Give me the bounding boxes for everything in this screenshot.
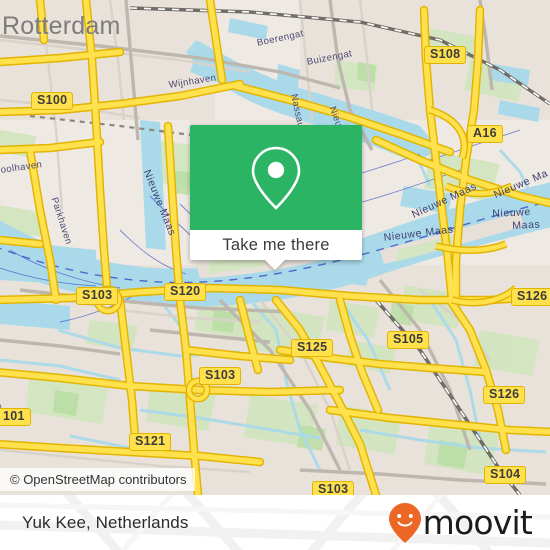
moovit-brand[interactable]: moovit	[388, 502, 533, 544]
moovit-location-card: Rotterdam BoerengatBuizengatNassauhavenN…	[0, 0, 550, 550]
card-image-area	[190, 125, 362, 230]
road-shield: S103	[76, 287, 119, 305]
take-me-there-label: Take me there	[222, 235, 330, 254]
location-title: Yuk Kee, Netherlands	[22, 512, 189, 532]
moovit-wordmark: moovit	[422, 503, 533, 542]
road-shield: S105	[387, 331, 430, 349]
take-me-there-card[interactable]: Take me there	[190, 125, 362, 260]
road-shield: S126	[511, 288, 550, 306]
road-shield: S103	[312, 481, 355, 495]
card-pointer-tail	[264, 259, 286, 270]
map-canvas[interactable]: Rotterdam BoerengatBuizengatNassauhavenN…	[0, 0, 550, 495]
footer-bar: Yuk Kee, Netherlands moovit	[0, 495, 550, 550]
road-shield: A16	[467, 125, 503, 143]
road-shield: S121	[129, 433, 172, 451]
road-shield: S100	[31, 92, 74, 110]
road-shield: S108	[424, 46, 467, 64]
osm-attribution[interactable]: © OpenStreetMap contributors	[0, 468, 195, 491]
card-action-area[interactable]: Take me there	[190, 230, 362, 260]
road-shield: S103	[199, 367, 242, 385]
moovit-pin-icon	[388, 502, 421, 543]
road-shield: S120	[164, 283, 207, 301]
road-shield: 101	[0, 408, 31, 426]
road-shield: S104	[484, 466, 527, 484]
road-shield: S125	[291, 339, 334, 357]
road-shield: S126	[483, 386, 526, 404]
map-pin-icon	[251, 146, 301, 210]
